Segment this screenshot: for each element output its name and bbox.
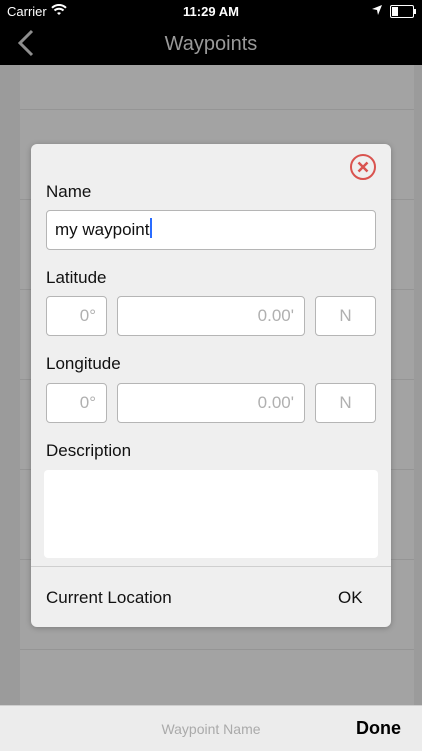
done-button[interactable]: Done xyxy=(356,718,401,739)
current-location-button[interactable]: Current Location xyxy=(46,588,172,608)
longitude-label: Longitude xyxy=(46,354,121,373)
location-arrow-icon xyxy=(371,4,383,19)
latitude-hemisphere-selector[interactable]: N xyxy=(315,296,376,336)
latitude-label: Latitude xyxy=(46,268,107,287)
battery-icon xyxy=(390,5,416,18)
description-textarea[interactable] xyxy=(44,470,378,558)
page-title: Waypoints xyxy=(164,33,258,55)
longitude-degrees-input[interactable]: 0° xyxy=(46,383,107,423)
longitude-hemisphere-selector[interactable]: N xyxy=(315,383,376,423)
longitude-minutes-input[interactable]: 0.00' xyxy=(117,383,305,423)
navigation-bar: Waypoints xyxy=(0,22,422,65)
name-input-value: my waypoint xyxy=(55,220,150,239)
status-bar: Carrier 11:29 AM xyxy=(0,0,422,22)
name-label: Name xyxy=(46,182,92,201)
status-time: 11:29 AM xyxy=(183,4,239,19)
name-input[interactable]: my waypoint xyxy=(46,210,376,250)
ok-button[interactable]: OK xyxy=(338,588,363,608)
latitude-minutes-input[interactable]: 0.00' xyxy=(117,296,305,336)
dialog-divider xyxy=(31,566,391,567)
bottom-bar: Waypoint Name Done xyxy=(0,705,422,751)
waypoint-dialog: Name my waypoint Latitude 0° 0.00' N Lon… xyxy=(31,144,391,627)
close-icon[interactable] xyxy=(350,154,376,180)
text-caret xyxy=(150,218,153,238)
latitude-degrees-input[interactable]: 0° xyxy=(46,296,107,336)
description-label: Description xyxy=(46,441,132,460)
